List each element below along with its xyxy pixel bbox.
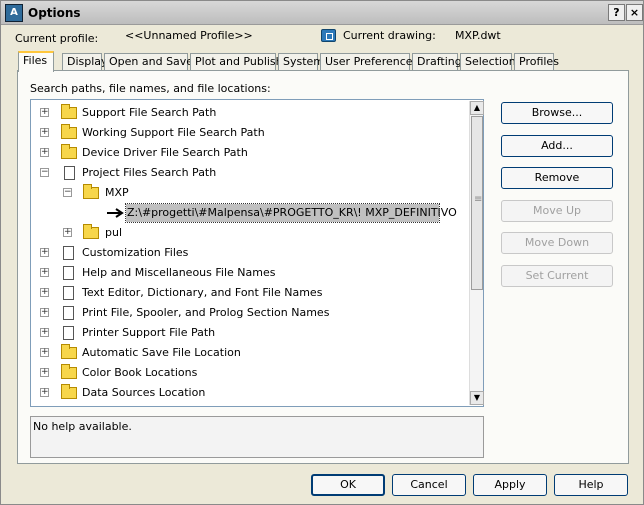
help-text-box: No help available. [30,416,484,458]
tree-row-working-support-file-search-path[interactable]: + Working Support File Search Path [31,123,471,143]
expand-icon[interactable]: + [40,368,49,377]
title-bar: A Options ? × [1,1,643,25]
tree-row-text-editor-dictionary-font-file-names[interactable]: + Text Editor, Dictionary, and Font File… [31,283,471,303]
expand-icon[interactable]: + [63,228,72,237]
document-icon [63,286,74,300]
tree-row-data-sources-location[interactable]: + Data Sources Location [31,383,471,403]
help-text: No help available. [33,420,132,433]
current-drawing-value: MXP.dwt [455,29,501,42]
document-icon [63,326,74,340]
tree-label: Print File, Spooler, and Prolog Section … [82,306,330,319]
tab-user-preferences[interactable]: User Preferences [320,53,418,71]
file-location-tree[interactable]: + Support File Search Path + Working Sup… [30,99,484,407]
move-up-button: Move Up [501,200,613,222]
scroll-thumb[interactable] [471,116,483,290]
selected-tree-label[interactable]: Z:\#progetti\#Malpensa\#PROGETTO_KR\! MX… [125,203,457,223]
tree-label: Printer Support File Path [82,326,216,339]
tree-row-customization-files[interactable]: + Customization Files [31,243,471,263]
tree-row-pul[interactable]: + pul [31,223,471,243]
tree-row-device-driver-file-search-path[interactable]: + Device Driver File Search Path [31,143,471,163]
remove-button[interactable]: Remove [501,167,613,189]
tree-vertical-scrollbar[interactable]: ▲ ▼ [469,101,484,405]
tree-row-project-files-search-path[interactable]: − Project Files Search Path [31,163,471,183]
tab-open-and-save[interactable]: Open and Save [104,53,193,71]
tree-label: Automatic Save File Location [82,346,241,359]
expand-icon[interactable]: + [40,328,49,337]
tree-row-printer-support-file-path[interactable]: + Printer Support File Path [31,323,471,343]
expand-icon[interactable]: + [40,108,49,117]
tree-row-print-file-spooler-prolog-section-names[interactable]: + Print File, Spooler, and Prolog Sectio… [31,303,471,323]
set-current-button: Set Current [501,265,613,287]
document-icon [63,306,74,320]
tab-profiles[interactable]: Profiles [514,53,559,71]
tree-label: Text Editor, Dictionary, and Font File N… [82,286,323,299]
tree-label: Support File Search Path [82,106,217,119]
folder-icon [61,124,77,139]
tree-label: Customization Files [82,246,189,259]
expand-icon[interactable]: + [40,268,49,277]
tab-system[interactable]: System [278,53,324,71]
move-down-button: Move Down [501,232,613,254]
folder-icon [61,144,77,159]
add-button[interactable]: Add... [501,135,613,157]
expand-icon[interactable]: + [40,388,49,397]
expand-icon[interactable]: + [40,148,49,157]
window-title: Options [28,6,81,20]
tree-label: Data Sources Location [82,386,206,399]
expand-icon[interactable]: + [40,248,49,257]
help-title-button[interactable]: ? [608,4,625,21]
help-button[interactable]: Help [554,474,628,496]
tree-label: pul [105,226,123,239]
collapse-icon[interactable]: − [63,188,72,197]
folder-icon [61,364,77,379]
expand-icon[interactable]: + [40,308,49,317]
folder-icon [61,384,77,399]
scroll-down-arrow-icon[interactable]: ▼ [470,391,484,405]
ok-button[interactable]: OK [311,474,385,496]
tab-files[interactable]: Files [18,51,54,72]
tree-row-project-path[interactable]: Z:\#progetti\#Malpensa\#PROGETTO_KR\! MX… [31,203,471,223]
tab-display[interactable]: Display [62,53,108,71]
tab-selection[interactable]: Selection [460,53,516,71]
tab-drafting[interactable]: Drafting [412,53,462,71]
folder-icon [61,344,77,359]
folder-icon [61,104,77,119]
document-icon [63,246,74,260]
current-drawing-label: Current drawing: [343,29,436,42]
tree-row-help-and-miscellaneous-file-names[interactable]: + Help and Miscellaneous File Names [31,263,471,283]
search-paths-label: Search paths, file names, and file locat… [30,82,271,95]
tree-row-support-file-search-path[interactable]: + Support File Search Path [31,103,471,123]
current-profile-label: Current profile: [15,32,99,45]
folder-icon [83,224,99,239]
scroll-up-arrow-icon[interactable]: ▲ [470,101,484,115]
tree-label: Help and Miscellaneous File Names [82,266,276,279]
document-icon [63,266,74,280]
expand-icon[interactable]: + [40,128,49,137]
tree-label: Working Support File Search Path [82,126,265,139]
browse-button[interactable]: Browse... [501,102,613,124]
collapse-icon[interactable]: − [40,168,49,177]
expand-icon[interactable]: + [40,288,49,297]
tree-row-automatic-save-file-location[interactable]: + Automatic Save File Location [31,343,471,363]
options-window: A Options ? × Current profile: <<Unnamed… [0,0,644,505]
tree-label: Color Book Locations [82,366,198,379]
project-files-icon [64,166,75,180]
path-arrow-icon [107,208,124,218]
tab-plot-and-publish[interactable]: Plot and Publish [190,53,283,71]
apply-button[interactable]: Apply [473,474,547,496]
close-button[interactable]: × [626,4,643,21]
autocad-app-icon: A [5,4,23,22]
project-folder-icon [83,184,99,199]
tree-label: Device Driver File Search Path [82,146,248,159]
tree-row-mxp[interactable]: − MXP [31,183,471,203]
tree-row-color-book-locations[interactable]: + Color Book Locations [31,363,471,383]
cancel-button[interactable]: Cancel [392,474,466,496]
expand-icon[interactable]: + [40,348,49,357]
current-profile-value: <<Unnamed Profile>> [125,29,253,42]
drawing-icon [321,29,336,42]
tree-label: Project Files Search Path [82,166,217,179]
tree-label: MXP [105,186,129,199]
